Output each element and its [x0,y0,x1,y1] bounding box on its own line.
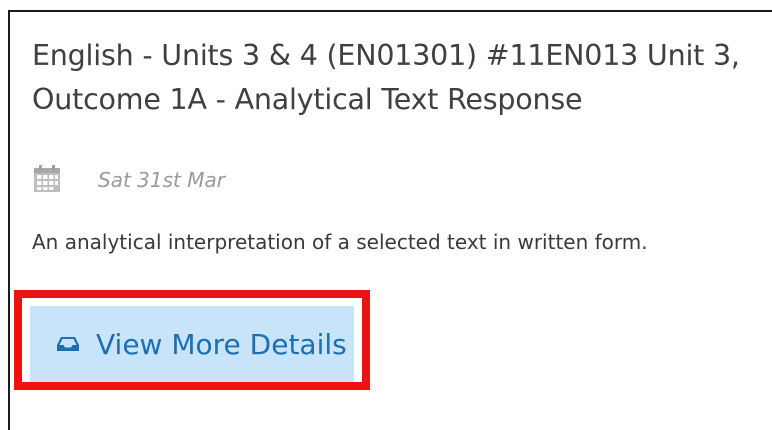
calendar-icon [32,164,64,196]
due-date-row: Sat 31st Mar [32,162,225,198]
task-title: English - Units 3 & 4 (EN01301) #11EN013… [32,39,740,116]
inbox-icon [56,334,80,354]
due-date: Sat 31st Mar [98,168,225,192]
highlight-box: View More Details [14,290,370,390]
view-more-details-button[interactable]: View More Details [30,306,354,382]
task-description: An analytical interpretation of a select… [32,230,648,254]
view-more-details-label: View More Details [96,327,347,361]
